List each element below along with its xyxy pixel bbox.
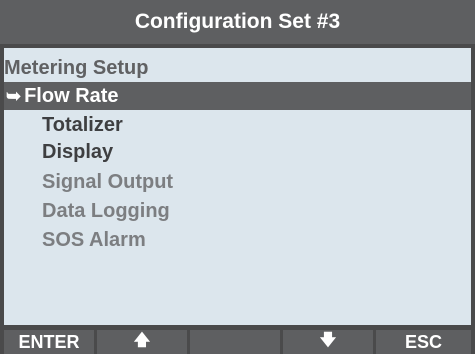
page-title: Configuration Set #3	[134, 10, 341, 33]
menu-item-signal-output[interactable]: Signal Output	[4, 168, 471, 196]
menu-screen: Metering Setup ➥ Flow Rate Totalizer Dis…	[4, 48, 471, 325]
title-bar: Configuration Set #3	[0, 0, 475, 44]
enter-button-label: ENTER	[18, 331, 80, 352]
device-frame: Configuration Set #3 Metering Setup ➥ Fl…	[0, 0, 475, 354]
menu-item-data-logging[interactable]: Data Logging	[4, 197, 471, 225]
menu-item-label: SOS Alarm	[42, 228, 146, 251]
arrow-up-icon: 🡅	[133, 331, 151, 349]
blank-softkey[interactable]	[190, 330, 280, 354]
menu-item-totalizer[interactable]: Totalizer	[4, 111, 471, 139]
softkey-bar: ENTER 🡅 🡇 ESC	[4, 330, 471, 354]
arrow-down-icon: 🡇	[319, 331, 337, 349]
down-button[interactable]: 🡇	[283, 330, 373, 354]
menu-item-label: Display	[42, 140, 114, 163]
up-button[interactable]: 🡅	[97, 330, 187, 354]
enter-button[interactable]: ENTER	[4, 330, 94, 354]
selection-arrow-icon: ➥	[6, 85, 22, 106]
menu-item-label: Signal Output	[42, 170, 174, 193]
menu-item-label: Flow Rate	[24, 84, 119, 107]
menu-item-label: Totalizer	[42, 113, 123, 136]
menu-item-flow-rate[interactable]: ➥ Flow Rate	[4, 82, 471, 110]
esc-button[interactable]: ESC	[376, 330, 471, 354]
section-title: Metering Setup	[4, 57, 149, 79]
menu-item-label: Data Logging	[42, 199, 170, 222]
menu-item-sos-alarm[interactable]: SOS Alarm	[4, 226, 471, 254]
menu-item-display[interactable]: Display	[4, 138, 471, 166]
esc-button-label: ESC	[404, 331, 442, 352]
